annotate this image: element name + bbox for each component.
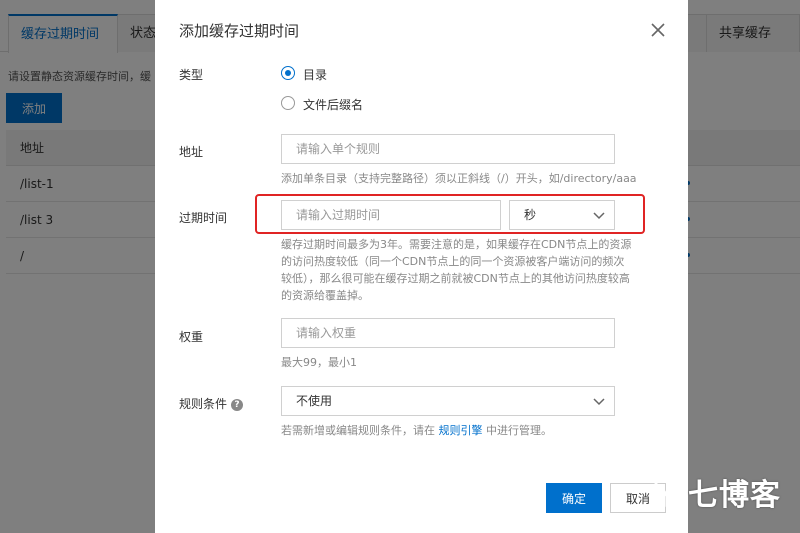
watermark-text: 七博客 [688, 478, 781, 513]
radio-directory[interactable] [281, 66, 295, 80]
expire-help: 缓存过期时间最多为3年。需要注意的是，如果缓存在CDN节点上的资源 的访问热度较… [281, 236, 651, 304]
expire-time-label: 过期时间 [179, 211, 228, 225]
expire-help-line: 的访问热度较低（同一个CDN节点上的同一个资源被客户端访问的频次 [281, 255, 625, 268]
radio-file-suffix-label[interactable]: 文件后缀名 [303, 96, 363, 113]
close-button[interactable] [647, 20, 669, 42]
address-input[interactable] [281, 134, 615, 164]
expire-help-line: 较低），那么很可能在缓存过期之前就被CDN节点上的其他访问热度较高 [281, 272, 630, 285]
rule-help-prefix: 若需新增或编辑规则条件，请在 [281, 424, 439, 437]
rule-help-suffix: 中进行管理。 [482, 424, 552, 437]
weight-help: 最大99，最小1 [281, 356, 357, 369]
expire-help-line: 缓存过期时间最多为3年。需要注意的是，如果缓存在CDN节点上的资源 [281, 238, 632, 251]
rule-condition-label-text: 规则条件 [179, 397, 228, 411]
confirm-button[interactable]: 确定 [546, 483, 602, 513]
radio-directory-label[interactable]: 目录 [303, 66, 327, 83]
weight-input[interactable] [281, 318, 615, 348]
highlight-box [255, 194, 645, 234]
weight-label: 权重 [179, 330, 204, 344]
rule-condition-value: 不使用 [296, 394, 333, 408]
rule-condition-help: 若需新增或编辑规则条件，请在 规则引擎 中进行管理。 [281, 422, 552, 439]
expire-help-line: 的资源给覆盖掉。 [281, 289, 369, 302]
question-icon[interactable]: ? [231, 398, 244, 411]
add-cache-expire-dialog: 添加缓存过期时间 类型 目录 文件后缀名 地址 添加单条目录（支持完整路径）须以… [155, 0, 688, 533]
address-label: 地址 [179, 145, 204, 159]
dialog-title: 添加缓存过期时间 [179, 22, 300, 40]
close-icon [651, 22, 665, 37]
rule-condition-label: 规则条件? [179, 395, 244, 412]
radio-file-suffix[interactable] [281, 96, 295, 110]
watermark: 七博客 [652, 470, 800, 514]
rule-engine-link[interactable]: 规则引擎 [439, 424, 483, 437]
rule-condition-select[interactable]: 不使用 [281, 386, 615, 416]
watermark-logo-icon [654, 480, 682, 508]
address-help: 添加单条目录（支持完整路径）须以正斜线（/）开头，如/directory/aaa [281, 172, 637, 185]
type-label: 类型 [179, 68, 204, 82]
chevron-down-icon [593, 398, 605, 406]
